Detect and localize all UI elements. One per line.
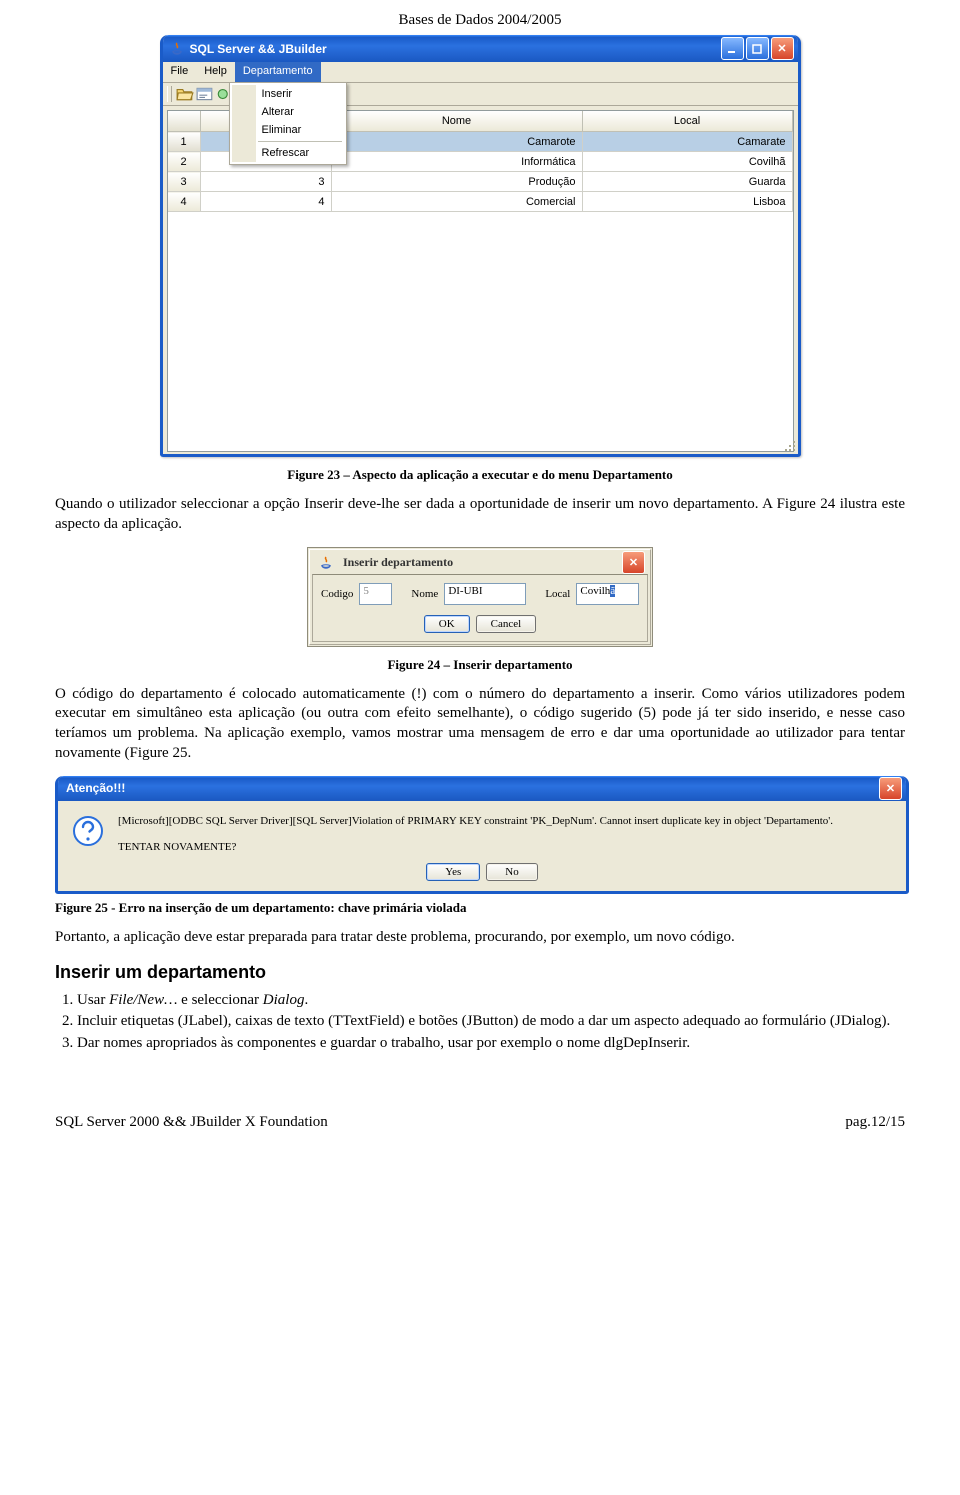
dialog-close-button[interactable]: ✕ <box>622 551 645 574</box>
dropdown-departamento: Inserir Alterar Eliminar Refrescar <box>229 82 347 165</box>
no-button[interactable]: No <box>486 863 537 881</box>
col-local[interactable]: Local <box>582 111 792 132</box>
java-icon <box>169 41 185 57</box>
yes-button[interactable]: Yes <box>426 863 480 881</box>
steps-list: Usar File/New… e seleccionar Dialog. Inc… <box>77 991 905 1054</box>
input-codigo: 5 <box>359 583 391 605</box>
resize-grip-icon[interactable] <box>783 439 797 453</box>
insert-dialog: Inserir departamento ✕ Codigo 5 Nome DI-… <box>307 547 653 647</box>
error-message-line1: [Microsoft][ODBC SQL Server Driver][SQL … <box>118 815 892 827</box>
question-icon <box>72 815 104 847</box>
dropdown-separator <box>258 141 342 142</box>
cell-nome[interactable]: Produção <box>331 172 582 192</box>
window-title: SQL Server && JBuilder <box>190 42 721 56</box>
minimize-button[interactable] <box>721 37 744 60</box>
cell-depn[interactable]: 3 <box>200 172 331 192</box>
app-window: SQL Server && JBuilder ✕ File Help Depar… <box>160 35 801 457</box>
menu-file[interactable]: File <box>163 62 197 82</box>
figure25-caption: Figure 25 - Erro na inserção de um depar… <box>55 900 905 916</box>
label-codigo: Codigo <box>321 588 353 600</box>
cell-nome[interactable]: Informática <box>331 152 582 172</box>
grid-corner <box>168 111 201 132</box>
paragraph-3: Portanto, a aplicação deve estar prepara… <box>55 928 905 948</box>
step-1: Usar File/New… e seleccionar Dialog. <box>77 991 905 1011</box>
input-nome[interactable]: DI-UBI <box>444 583 525 605</box>
dropdown-inserir[interactable]: Inserir <box>256 85 344 103</box>
doc-header: Bases de Dados 2004/2005 <box>55 12 905 29</box>
footer-left: SQL Server 2000 && JBuilder X Foundation <box>55 1114 328 1131</box>
toolbar-handle <box>167 86 172 102</box>
step-3: Dar nomes apropriados às componentes e g… <box>77 1034 905 1054</box>
error-message-line2: TENTAR NOVAMENTE? <box>118 841 892 853</box>
dropdown-refrescar[interactable]: Refrescar <box>256 144 344 162</box>
card-icon[interactable] <box>196 85 214 103</box>
col-nome[interactable]: Nome <box>331 111 582 132</box>
cell-local[interactable]: Camarate <box>582 132 792 152</box>
section-heading: Inserir um departamento <box>55 962 905 983</box>
titlebar: SQL Server && JBuilder ✕ <box>163 35 798 62</box>
java-icon <box>318 555 334 571</box>
cell-depn[interactable]: 4 <box>200 192 331 212</box>
dropdown-eliminar[interactable]: Eliminar <box>256 121 344 139</box>
cell-local[interactable]: Guarda <box>582 172 792 192</box>
menu-help[interactable]: Help <box>196 62 235 82</box>
error-close-button[interactable]: ✕ <box>879 777 902 800</box>
step-2: Incluir etiquetas (JLabel), caixas de te… <box>77 1012 905 1032</box>
close-button[interactable]: ✕ <box>771 37 794 60</box>
row-index: 1 <box>168 132 201 152</box>
dropdown-alterar[interactable]: Alterar <box>256 103 344 121</box>
figure24-caption: Figure 24 – Inserir departamento <box>55 657 905 673</box>
grid-row[interactable]: 4 4 Comercial Lisboa <box>168 192 793 212</box>
cell-local[interactable]: Covilhã <box>582 152 792 172</box>
row-index: 4 <box>168 192 201 212</box>
error-dialog: Atenção!!! ✕ [Microsoft][ODBC SQL Server… <box>55 776 909 894</box>
cell-nome[interactable]: Camarote <box>331 132 582 152</box>
maximize-button[interactable] <box>746 37 769 60</box>
input-local[interactable]: Covilhã <box>576 583 639 605</box>
menu-departamento[interactable]: Departamento <box>235 62 321 82</box>
error-title: Atenção!!! <box>66 781 125 795</box>
menubar: File Help Departamento <box>163 62 798 83</box>
grid-row[interactable]: 3 3 Produção Guarda <box>168 172 793 192</box>
label-nome: Nome <box>411 588 438 600</box>
label-local: Local <box>545 588 570 600</box>
row-index: 2 <box>168 152 201 172</box>
figure23-caption: Figure 23 – Aspecto da aplicação a execu… <box>55 467 905 483</box>
dialog-title: Inserir departamento <box>343 555 453 570</box>
cell-nome[interactable]: Comercial <box>331 192 582 212</box>
cell-local[interactable]: Lisboa <box>582 192 792 212</box>
paragraph-1: Quando o utilizador seleccionar a opção … <box>55 495 905 535</box>
footer-right: pag.12/15 <box>845 1114 905 1131</box>
cancel-button[interactable]: Cancel <box>476 615 537 633</box>
paragraph-2: O código do departamento é colocado auto… <box>55 685 905 764</box>
ok-button[interactable]: OK <box>424 615 470 633</box>
row-index: 3 <box>168 172 201 192</box>
open-icon[interactable] <box>176 85 194 103</box>
